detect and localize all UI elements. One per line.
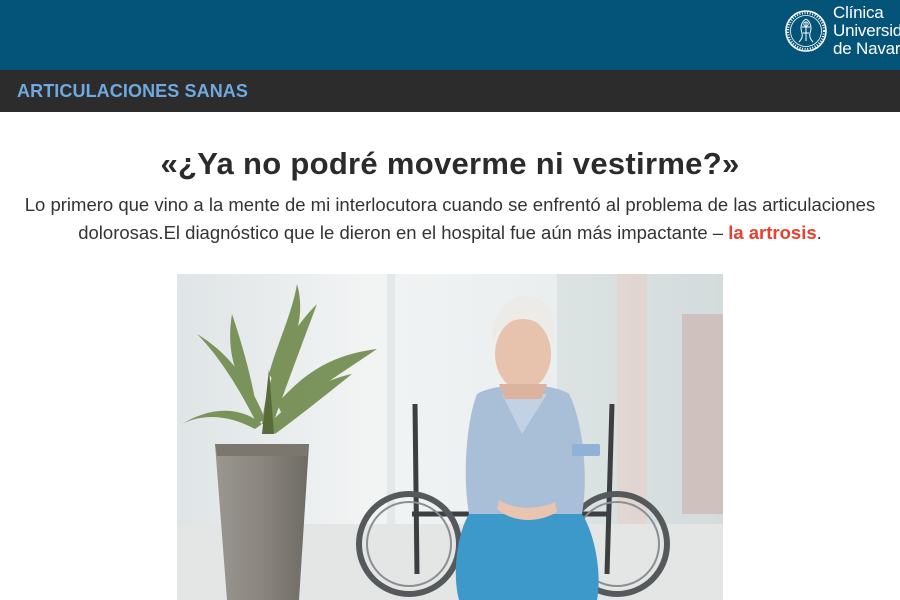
logo-wordmark: Clínica Universidad de Navarra <box>833 4 900 58</box>
article-headline: «¿Ya no podré moverme ni vestirme?» <box>160 146 740 181</box>
artrosis-link[interactable]: la artrosis <box>728 222 816 243</box>
university-seal-icon <box>785 10 827 52</box>
site-header: Clínica Universidad de Navarra <box>0 0 900 70</box>
logo-line-3: de Navarra <box>833 39 900 58</box>
section-title[interactable]: ARTICULACIONES SANAS <box>17 81 248 102</box>
section-bar: ARTICULACIONES SANAS <box>0 70 900 112</box>
elderly-woman-wheelchair-image <box>177 274 723 600</box>
intro-end: . <box>816 222 822 243</box>
article-intro: Lo primero que vino a la mente de mi int… <box>22 191 878 247</box>
logo-line-1: Clínica <box>833 3 884 22</box>
article-photo <box>177 274 723 600</box>
logo-line-2: Universidad <box>833 21 900 40</box>
clinica-universidad-navarra-logo[interactable]: Clínica Universidad de Navarra <box>784 0 900 62</box>
